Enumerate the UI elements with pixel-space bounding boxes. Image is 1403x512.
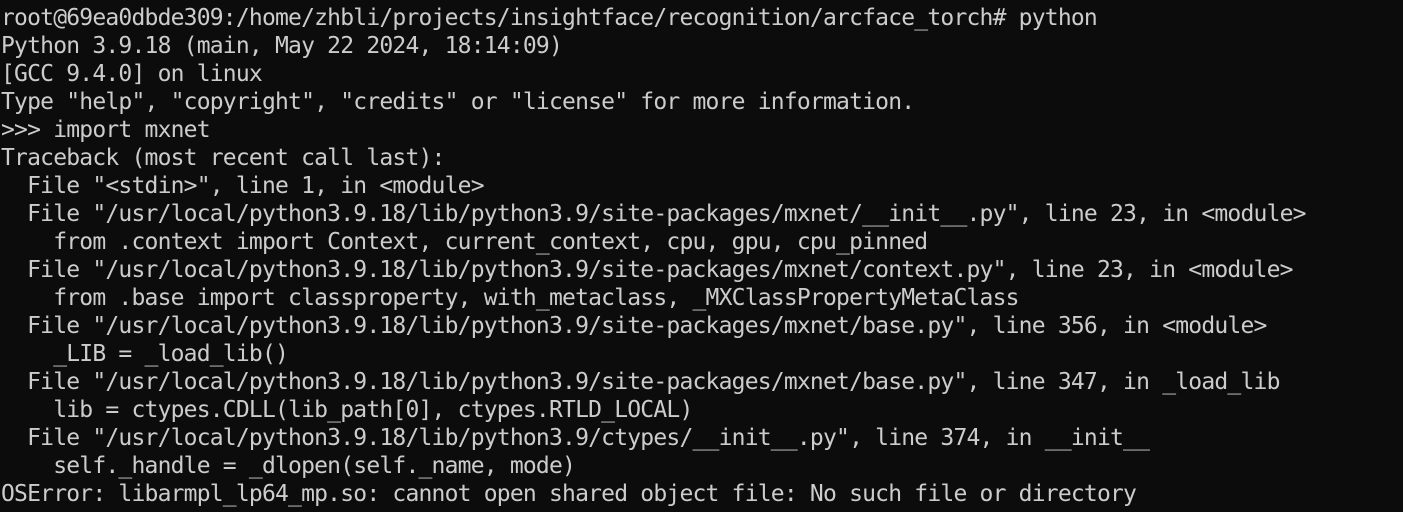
traceback-frame: File "<stdin>", line 1, in <module>	[1, 173, 484, 199]
traceback-code: _LIB = _load_lib()	[1, 341, 289, 367]
help-hint-line: Type "help", "copyright", "credits" or "…	[1, 89, 915, 115]
python-version-line: Python 3.9.18 (main, May 22 2024, 18:14:…	[1, 33, 563, 59]
compiler-info-line: [GCC 9.4.0] on linux	[1, 61, 263, 87]
traceback-frame: File "/usr/local/python3.9.18/lib/python…	[1, 201, 1306, 227]
traceback-code: from .context import Context, current_co…	[1, 229, 928, 255]
traceback-code: from .base import classproperty, with_me…	[1, 285, 1019, 311]
traceback-frame: File "/usr/local/python3.9.18/lib/python…	[1, 313, 1267, 339]
traceback-frame: File "/usr/local/python3.9.18/lib/python…	[1, 369, 1280, 395]
traceback-frame: File "/usr/local/python3.9.18/lib/python…	[1, 425, 1150, 451]
shell-prompt-line: root@69ea0dbde309:/home/zhbli/projects/i…	[1, 5, 1098, 31]
python-prompt-line: >>> import mxnet	[1, 117, 211, 143]
traceback-code: self._handle = _dlopen(self._name, mode)	[1, 453, 576, 479]
traceback-code: lib = ctypes.CDLL(lib_path[0], ctypes.RT…	[1, 397, 693, 423]
error-message-line: OSError: libarmpl_lp64_mp.so: cannot ope…	[1, 481, 1137, 507]
traceback-frame: File "/usr/local/python3.9.18/lib/python…	[1, 257, 1293, 283]
terminal-window[interactable]: root@69ea0dbde309:/home/zhbli/projects/i…	[0, 0, 1403, 512]
traceback-header: Traceback (most recent call last):	[1, 145, 445, 171]
